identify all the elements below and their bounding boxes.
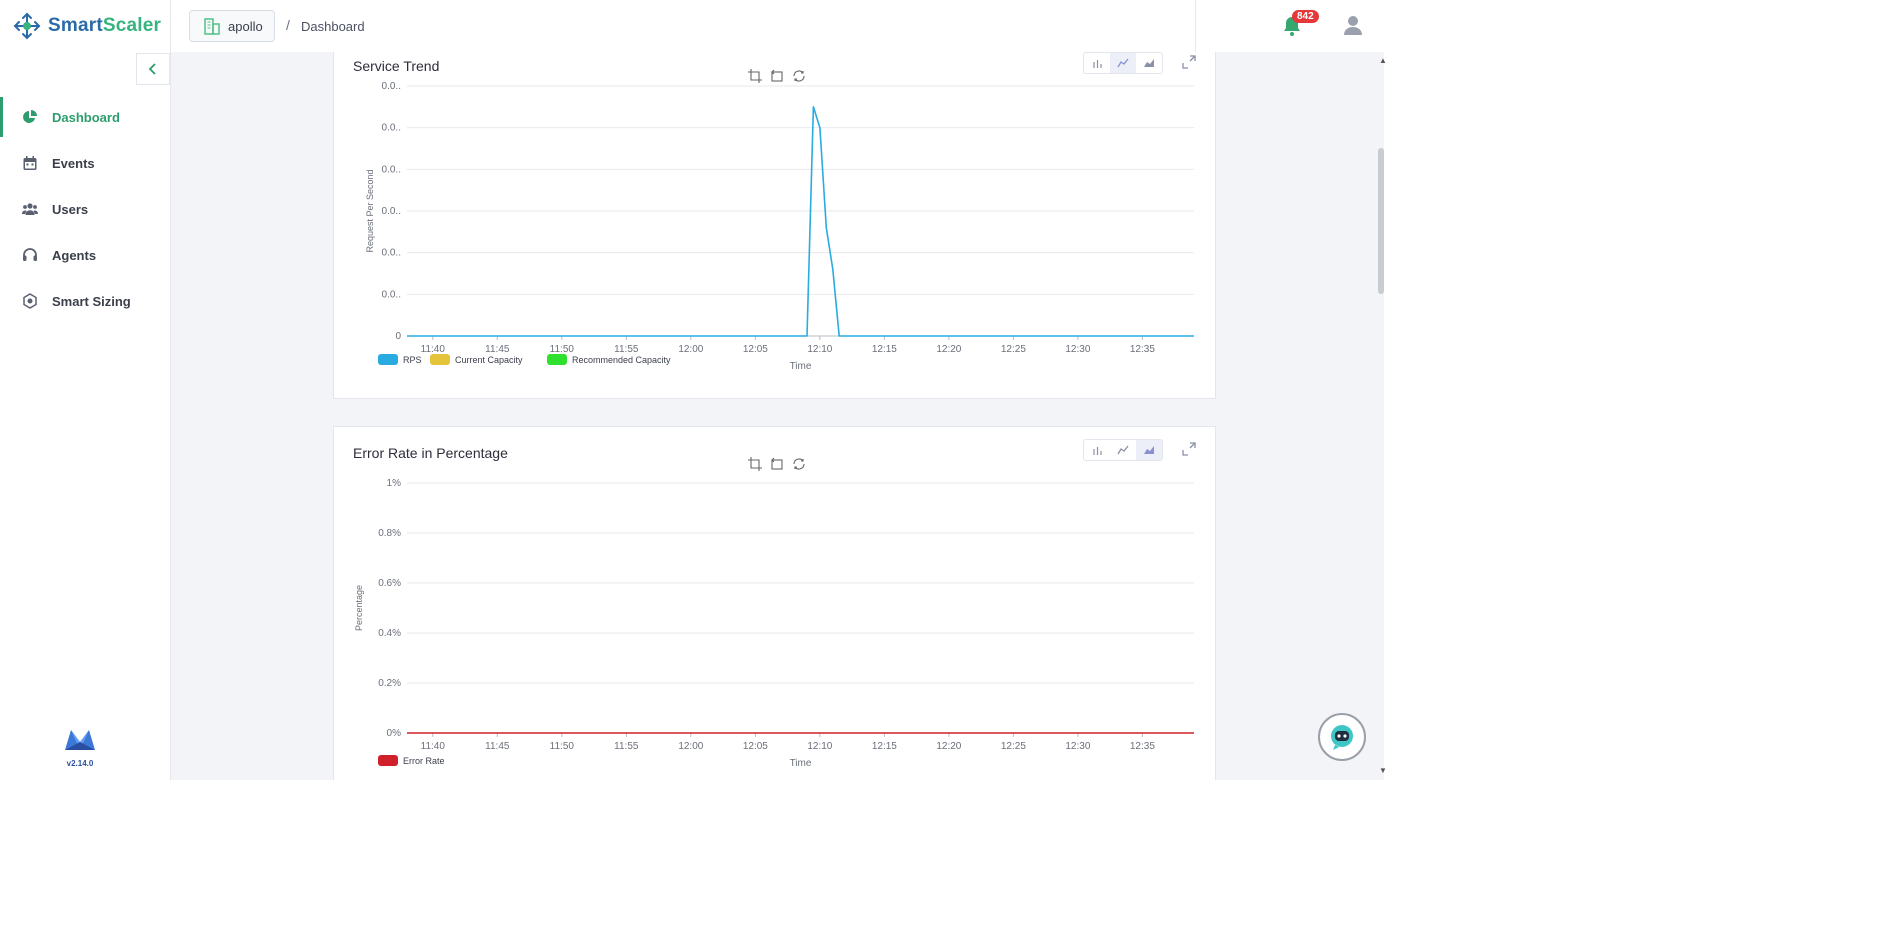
- legend-label: Current Capacity: [455, 355, 523, 365]
- series-line: [407, 106, 1194, 337]
- x-tick-label: 11:45: [485, 344, 510, 355]
- top-header: SmartScaler apollo / Dashboard 842: [0, 0, 1384, 53]
- x-tick-label: 12:05: [743, 741, 768, 752]
- legend-swatch: [547, 354, 567, 365]
- legend-swatch: [378, 755, 398, 766]
- y-tick-label: 0.0..: [382, 164, 401, 175]
- legend-label: Recommended Capacity: [572, 355, 671, 365]
- notification-badge: 842: [1292, 10, 1319, 23]
- x-tick-label: 12:35: [1130, 344, 1155, 355]
- y-tick-label: 0%: [387, 728, 402, 739]
- sizing-icon: [23, 293, 37, 309]
- sidebar-item-smart-sizing[interactable]: Smart Sizing: [0, 281, 169, 321]
- y-axis-label: Request Per Second: [365, 169, 375, 252]
- y-tick-label: 1%: [387, 478, 402, 489]
- brand-name: SmartScaler: [48, 15, 162, 36]
- breadcrumb-separator: /: [286, 17, 290, 33]
- users-icon: [22, 203, 38, 215]
- y-tick-label: 0.2%: [378, 678, 401, 689]
- y-tick-label: 0.0..: [382, 123, 401, 134]
- header-divider-right: [1195, 0, 1196, 52]
- version-label: v2.14.0: [66, 759, 94, 768]
- header-divider: [170, 0, 171, 52]
- chatbot-button[interactable]: [1318, 713, 1366, 761]
- crown-logo-icon: [65, 730, 95, 750]
- scroll-down-arrow[interactable]: ▼: [1379, 766, 1387, 775]
- y-tick-label: 0.0..: [382, 81, 401, 92]
- version-info: v2.14.0: [62, 726, 98, 768]
- sidebar-item-label: Events: [52, 155, 95, 171]
- x-tick-label: 12:35: [1130, 741, 1155, 752]
- y-tick-label: 0.0..: [382, 248, 401, 259]
- y-tick-label: 0: [395, 331, 401, 342]
- x-tick-label: 12:15: [872, 741, 897, 752]
- scrollbar-thumb[interactable]: [1378, 148, 1384, 294]
- x-tick-label: 12:15: [872, 344, 897, 355]
- service-trend-chart: 0 0.0.. 0.0.. 0.0.. 0.0.. 0.0.. 0.0.. 11:40 11:4…: [365, 81, 1194, 372]
- x-tick-label: 11:40: [421, 344, 446, 355]
- legend-label: Error Rate: [403, 756, 445, 766]
- sidebar-item-agents[interactable]: Agents: [0, 235, 169, 275]
- y-tick-label: 0.6%: [378, 578, 401, 589]
- chevron-left-icon: [148, 63, 156, 75]
- y-tick-label: 0.8%: [378, 528, 401, 539]
- sidebar-item-label: Users: [52, 201, 89, 217]
- x-tick-label: 11:55: [614, 344, 639, 355]
- y-tick-label: 0.0..: [382, 206, 401, 217]
- y-tick-label: 0.0..: [382, 289, 401, 300]
- user-avatar-icon[interactable]: [1342, 14, 1364, 36]
- sidebar-item-label: Dashboard: [52, 109, 120, 125]
- x-tick-label: 12:25: [1001, 344, 1026, 355]
- scroll-up-arrow[interactable]: ▲: [1379, 56, 1387, 65]
- building-icon: [204, 18, 220, 35]
- x-axis-label: Time: [790, 361, 812, 372]
- project-name: apollo: [228, 18, 263, 34]
- smartscaler-logo-icon: [13, 12, 41, 40]
- x-tick-label: 11:40: [421, 741, 446, 752]
- sidebar-item-dashboard[interactable]: Dashboard: [0, 97, 169, 137]
- headset-icon: [23, 248, 37, 261]
- brand-logo[interactable]: SmartScaler: [12, 10, 161, 42]
- y-tick-label: 0.4%: [378, 628, 401, 639]
- x-tick-label: 12:30: [1065, 741, 1090, 752]
- sidebar-item-label: Smart Sizing: [52, 293, 131, 309]
- legend-label: RPS: [403, 355, 422, 365]
- x-tick-label: 11:55: [614, 741, 639, 752]
- legend-swatch: [430, 354, 450, 365]
- service-trend-card: Service Trend 0 0.0.. 0.0.. 0.0.. 0.0.. 0.0..…: [333, 52, 1216, 399]
- x-tick-label: 12:30: [1065, 344, 1090, 355]
- x-tick-label: 12:00: [678, 741, 703, 752]
- x-tick-label: 12:20: [936, 344, 961, 355]
- sidebar: Dashboard Events Users Agents Smart Sizi…: [0, 52, 171, 780]
- x-tick-label: 12:10: [807, 344, 832, 355]
- x-tick-label: 11:50: [550, 344, 575, 355]
- dashboard-content: Service Trend 0 0.0.. 0.0.. 0.0.. 0.0.. 0.0..…: [171, 52, 1384, 780]
- x-axis-label: Time: [790, 758, 812, 769]
- legend-swatch: [378, 354, 398, 365]
- collapse-sidebar-button[interactable]: [136, 53, 170, 85]
- x-tick-label: 11:50: [550, 741, 575, 752]
- sidebar-item-users[interactable]: Users: [0, 189, 169, 229]
- x-tick-label: 12:25: [1001, 741, 1026, 752]
- sidebar-item-label: Agents: [52, 247, 97, 263]
- calendar-icon: [23, 156, 37, 170]
- y-axis-label: Percentage: [354, 585, 364, 631]
- sidebar-item-events[interactable]: Events: [0, 143, 169, 183]
- breadcrumb: Dashboard: [301, 19, 365, 34]
- error-rate-card: Error Rate in Percentage 0% 0.2% 0.4% 0.6% 0…: [333, 426, 1216, 780]
- x-tick-label: 11:45: [485, 741, 510, 752]
- x-tick-label: 12:20: [936, 741, 961, 752]
- x-tick-label: 12:00: [678, 344, 703, 355]
- x-tick-label: 12:05: [743, 344, 768, 355]
- pie-chart-icon: [23, 110, 37, 123]
- error-rate-chart: 0% 0.2% 0.4% 0.6% 0.8% 1% 11:40 11:45 11:50 11:55…: [354, 478, 1194, 769]
- x-tick-label: 12:10: [807, 741, 832, 752]
- chatbot-icon: [1331, 725, 1353, 750]
- app-window: SmartScaler apollo / Dashboard 842 Dashb…: [0, 0, 1387, 780]
- project-selector[interactable]: apollo: [189, 10, 275, 42]
